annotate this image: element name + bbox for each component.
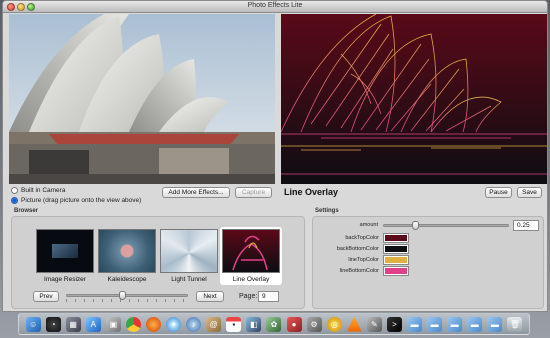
amount-label: amount: [359, 222, 378, 228]
picture-radio-label: Picture (drag picture onto the view abov…: [21, 197, 142, 204]
back-bottom-color-swatch: [385, 246, 407, 252]
camera-radio[interactable]: [11, 187, 18, 194]
back-bottom-color-label: backBottomColor: [336, 246, 379, 252]
safari-icon[interactable]: ✦: [166, 316, 182, 332]
back-top-color-label: backTopColor: [345, 235, 379, 241]
source-photo-view[interactable]: [9, 14, 275, 184]
page-slider-ticks: [66, 299, 188, 302]
address-book-icon[interactable]: @: [206, 316, 222, 332]
photo-icon[interactable]: ▣: [105, 316, 121, 332]
effect-thumb-label: Kaleidescope: [107, 276, 147, 283]
page-number-field[interactable]: 9: [258, 291, 279, 302]
capture-button[interactable]: Capture: [235, 187, 272, 198]
back-bottom-color-well[interactable]: [383, 244, 409, 254]
effect-thumb-label: Image Resizer: [44, 276, 86, 283]
preview-icon[interactable]: ◧: [246, 316, 262, 332]
prev-page-button[interactable]: Prev: [33, 291, 59, 302]
system-preferences-icon[interactable]: ⚙: [306, 316, 322, 332]
camera-radio-label: Built in Camera: [21, 187, 66, 194]
source-option-camera[interactable]: Built in Camera: [11, 187, 65, 194]
effect-thumb-label: Light Tunnel: [171, 276, 207, 283]
effect-thumb-kaleidescope[interactable]: Kaleidescope: [98, 229, 156, 283]
folder-icon[interactable]: ▬: [427, 316, 443, 332]
amount-slider-track[interactable]: [383, 224, 509, 227]
line-top-color-well[interactable]: [383, 255, 409, 265]
folder-icon[interactable]: ▬: [487, 316, 503, 332]
photo-effects-icon[interactable]: ◎: [326, 316, 342, 332]
kaleidescope-preview: [98, 229, 156, 273]
amount-value-field[interactable]: 0.25: [513, 220, 539, 231]
page-slider-knob[interactable]: [119, 291, 127, 300]
firefox-icon[interactable]: [146, 316, 161, 332]
line-overlay-thumb-preview: [222, 229, 280, 273]
dashboard-icon[interactable]: ◔: [45, 316, 61, 332]
amount-slider-knob[interactable]: [411, 221, 419, 230]
effect-thumb-image-resizer[interactable]: Image Resizer: [36, 229, 94, 283]
title-bar[interactable]: Photo Effects Lite: [3, 1, 547, 13]
browser-group-title: Browser: [14, 208, 39, 214]
page-slider-track[interactable]: [66, 294, 188, 297]
effect-thumb-line-overlay[interactable]: Line Overlay: [220, 227, 282, 285]
calendar-icon[interactable]: ▪: [226, 316, 242, 332]
dock: ☺ ◔ ▦ A ▣ ✦ ♪ @ ▪ ◧ ✿ ● ⚙ ◎ ✎ > ▬ ▬ ▬ ▬ …: [18, 313, 530, 335]
effect-thumb-label: Line Overlay: [232, 276, 270, 283]
effect-preview-view[interactable]: [281, 14, 547, 184]
line-bottom-color-well[interactable]: [383, 266, 409, 276]
light-tunnel-preview: [160, 229, 218, 273]
next-page-button[interactable]: Next: [196, 291, 224, 302]
folder-icon[interactable]: ▬: [447, 316, 463, 332]
finder-icon[interactable]: ☺: [25, 316, 41, 332]
lotus-temple-photo: [9, 14, 275, 184]
add-more-effects-button[interactable]: Add More Effects...: [162, 187, 230, 198]
terminal-icon[interactable]: >: [386, 316, 402, 332]
utility-icon[interactable]: ✎: [366, 316, 382, 332]
vlc-icon[interactable]: [346, 316, 362, 332]
chrome-icon[interactable]: [125, 316, 141, 332]
line-overlay-preview: [281, 14, 547, 184]
app-store-icon[interactable]: A: [85, 316, 101, 332]
window-title: Photo Effects Lite: [247, 2, 303, 9]
page-label: Page:: [239, 293, 258, 300]
itunes-icon[interactable]: ♪: [186, 316, 202, 332]
settings-group-title: Settings: [315, 208, 339, 214]
line-bottom-color-swatch: [385, 268, 407, 274]
effect-name-title: Line Overlay: [284, 187, 339, 197]
effect-thumb-light-tunnel[interactable]: Light Tunnel: [160, 229, 218, 283]
line-bottom-color-label: lineBottomColor: [339, 268, 379, 274]
source-option-picture[interactable]: Picture (drag picture onto the view abov…: [11, 197, 141, 204]
picture-radio[interactable]: [11, 197, 18, 204]
image-resizer-preview: [36, 229, 94, 273]
back-top-color-well[interactable]: [383, 233, 409, 243]
mission-control-icon[interactable]: ▦: [65, 316, 81, 332]
line-top-color-swatch: [385, 257, 407, 263]
photo-booth-icon[interactable]: ●: [286, 316, 302, 332]
folder-icon[interactable]: ▬: [467, 316, 483, 332]
back-top-color-swatch: [385, 235, 407, 241]
iphoto-icon[interactable]: ✿: [266, 316, 282, 332]
save-button[interactable]: Save: [517, 187, 542, 198]
trash-icon[interactable]: 🗑: [507, 316, 523, 332]
line-top-color-label: lineTopColor: [348, 257, 379, 263]
folder-icon[interactable]: ▬: [407, 316, 423, 332]
app-window: Photo Effects Lite Built in Camera Pictu…: [2, 0, 548, 312]
pause-button[interactable]: Pause: [485, 187, 512, 198]
